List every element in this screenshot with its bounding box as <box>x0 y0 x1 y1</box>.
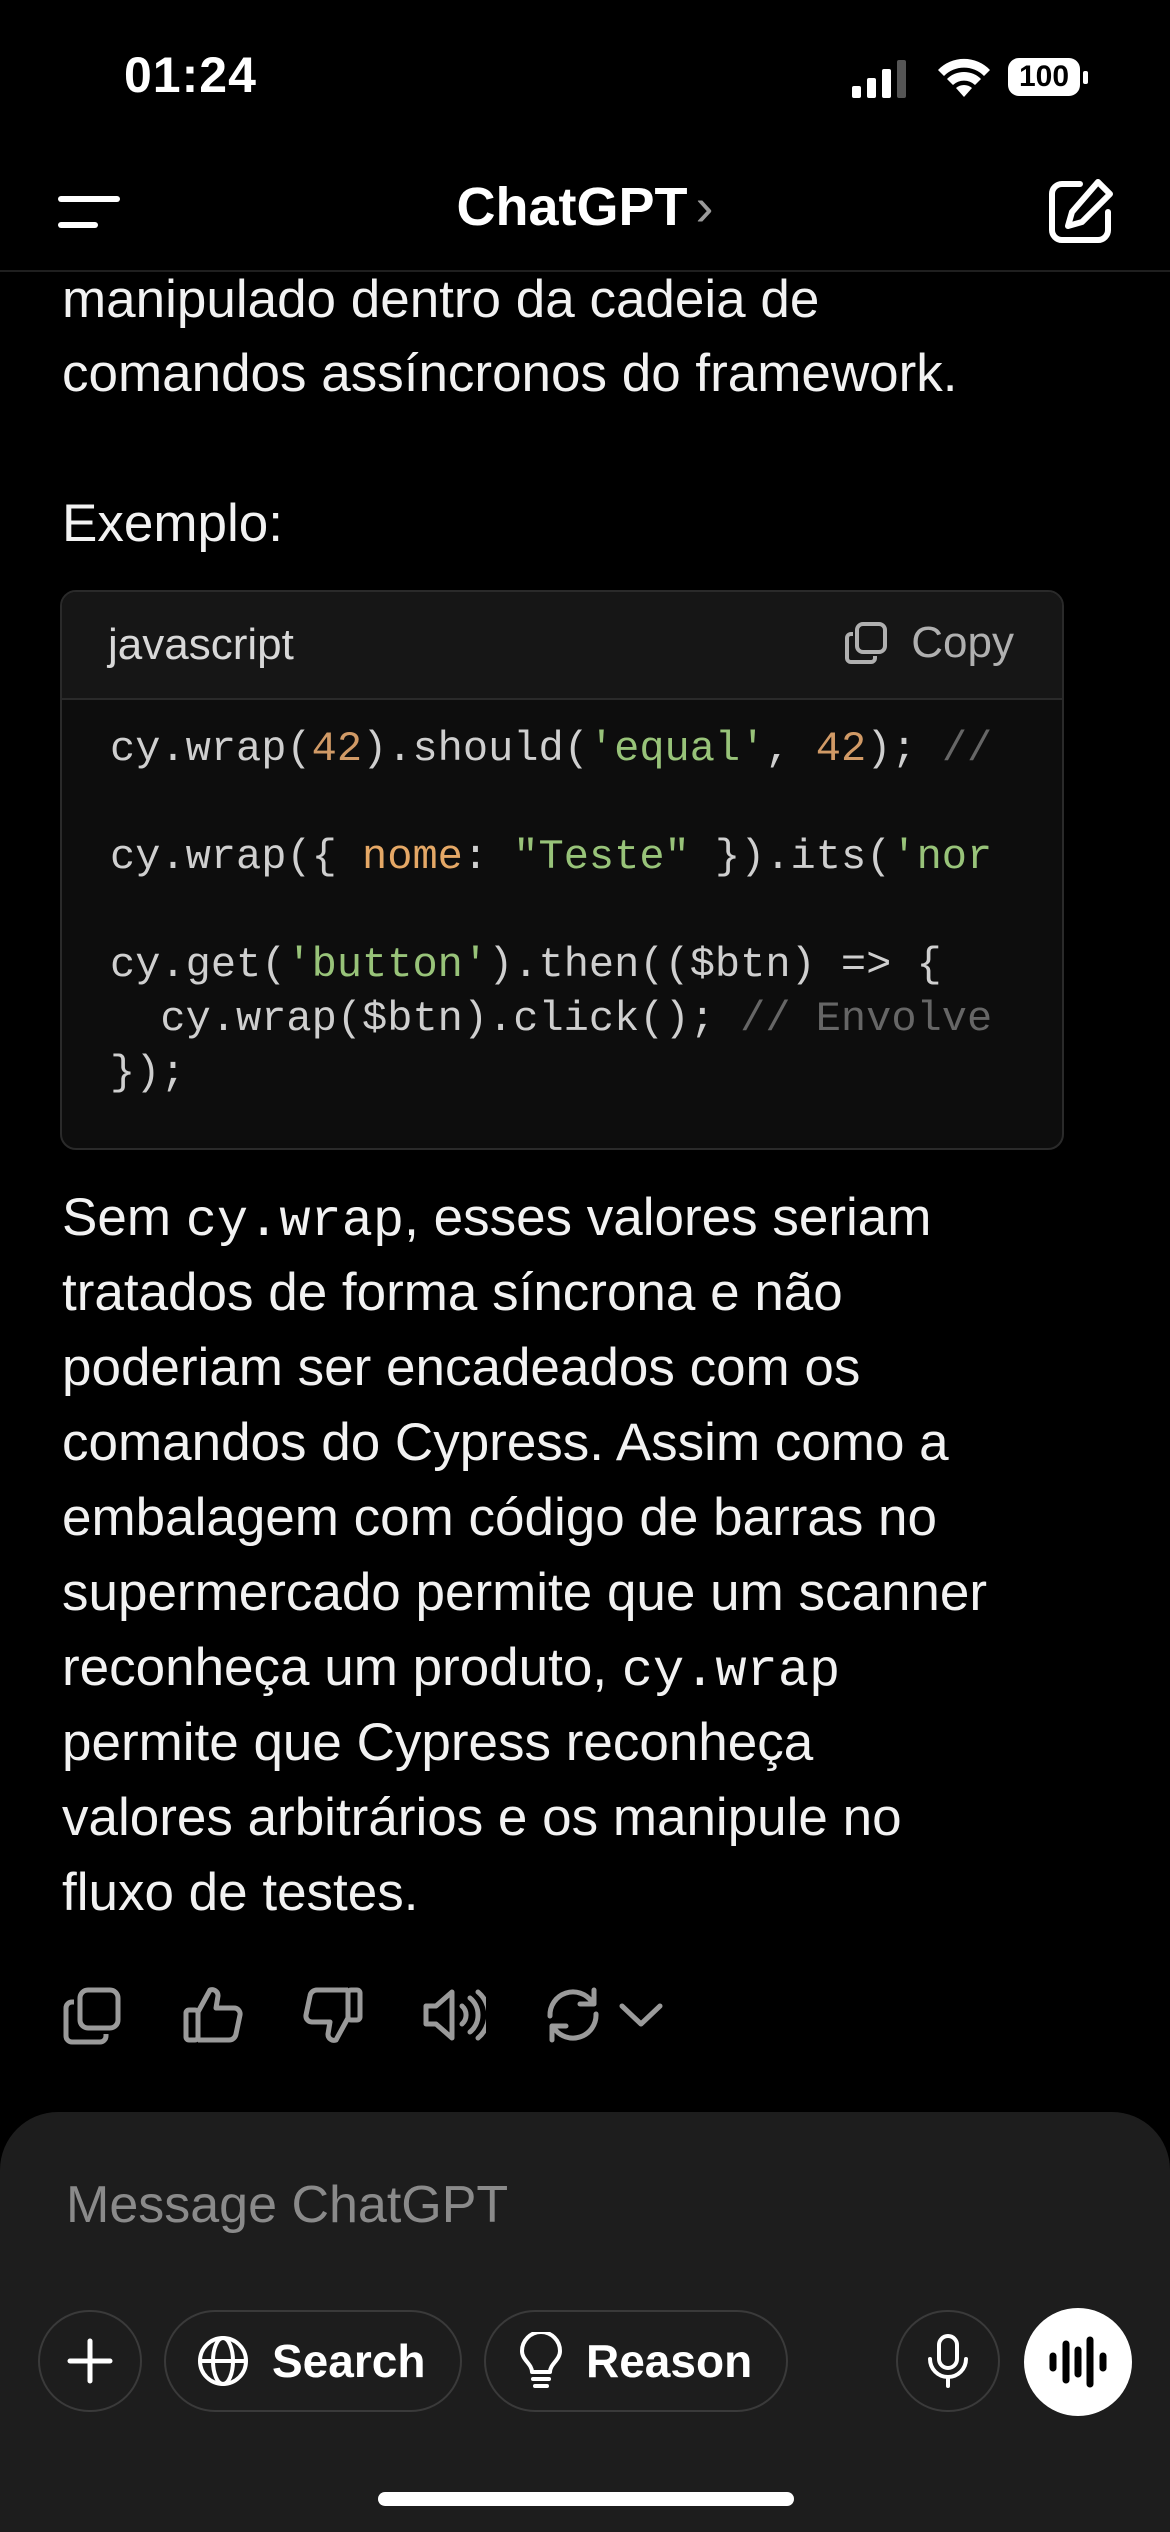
message-text-line: supermercado permite que um scanner <box>62 1563 988 1622</box>
code-line: cy.wrap(42).should('equal', 42); // <box>110 725 993 773</box>
message-text-line: permite que Cypress reconheça <box>62 1713 814 1772</box>
battery-icon: 100 <box>1008 58 1090 98</box>
chevron-right-icon: › <box>695 177 714 237</box>
copy-label: Copy <box>911 618 1014 667</box>
example-label: Exemplo: <box>62 494 283 553</box>
message-actions <box>60 1980 720 2050</box>
message-text-line: valores arbitrários e os manipule no <box>62 1788 902 1847</box>
code-block-header: javascript Copy <box>62 592 1062 700</box>
copy-icon <box>845 622 888 664</box>
battery-level: 100 <box>1008 58 1080 96</box>
plus-icon <box>67 2338 113 2384</box>
message-text-line: fluxo de testes. <box>62 1863 419 1922</box>
thumbs-down-icon[interactable] <box>300 1982 366 2048</box>
search-label: Search <box>272 2335 426 2387</box>
status-time: 01:24 <box>124 47 257 103</box>
copy-icon[interactable] <box>60 1982 126 2048</box>
lightbulb-icon <box>520 2332 562 2388</box>
inline-code: cy.wrap <box>185 1192 405 1251</box>
globe-icon <box>198 2336 248 2386</box>
waveform-icon <box>1049 2336 1107 2388</box>
code-block: javascript Copy cy.wrap(42).should('equa… <box>60 590 1064 1150</box>
copy-code-button[interactable]: Copy <box>843 618 1014 668</box>
code-content: cy.wrap(42).should('equal', 42); // cy.wr… <box>110 722 992 1100</box>
message-text-line: reconheça um produto, cy.wrap <box>62 1638 841 1701</box>
attach-button[interactable] <box>38 2310 142 2412</box>
cellular-signal-icon <box>852 60 906 98</box>
message-text-line: Sem cy.wrap, esses valores seriam <box>62 1188 932 1251</box>
nav-title: ChatGPT <box>456 177 688 237</box>
message-text-line: comandos assíncronos do framework. <box>62 344 958 403</box>
thumbs-up-icon[interactable] <box>180 1982 246 2048</box>
inline-code: cy.wrap <box>621 1642 841 1701</box>
code-line: cy.get('button').then(($btn) => { <box>110 941 942 989</box>
chevron-down-icon[interactable] <box>616 1982 666 2048</box>
reason-label: Reason <box>586 2335 753 2387</box>
voice-mode-button[interactable] <box>1024 2308 1132 2416</box>
message-text-line: poderiam ser encadeados com os <box>62 1338 861 1397</box>
message-text-line: comandos do Cypress. Assim como a <box>62 1413 949 1472</box>
read-aloud-icon[interactable] <box>420 1982 486 2048</box>
message-text-line: tratados de forma síncrona e não <box>62 1263 843 1322</box>
composer: Search Reason <box>0 2112 1170 2532</box>
code-line: cy.wrap($btn).click(); // Envolve <box>110 995 993 1043</box>
status-bar: 01:24 100 <box>0 0 1170 150</box>
reason-button[interactable]: Reason <box>484 2310 788 2412</box>
dictate-button[interactable] <box>896 2310 1000 2412</box>
wifi-icon <box>938 58 990 97</box>
code-line: }); <box>110 1049 186 1097</box>
microphone-icon <box>928 2334 968 2388</box>
model-selector[interactable]: ChatGPT › <box>0 176 1170 238</box>
regenerate-icon[interactable] <box>540 1982 606 2048</box>
message-input[interactable] <box>64 2174 968 2236</box>
home-indicator <box>378 2492 794 2506</box>
code-language: javascript <box>108 620 294 669</box>
new-chat-icon[interactable] <box>1046 176 1116 246</box>
top-nav: ChatGPT › <box>0 150 1170 272</box>
message-text-line: embalagem com código de barras no <box>62 1488 937 1547</box>
search-button[interactable]: Search <box>164 2310 462 2412</box>
code-line: cy.wrap({ nome: "Teste" }).its('nor <box>110 833 993 881</box>
message-text-line: manipulado dentro da cadeia de <box>62 270 820 329</box>
